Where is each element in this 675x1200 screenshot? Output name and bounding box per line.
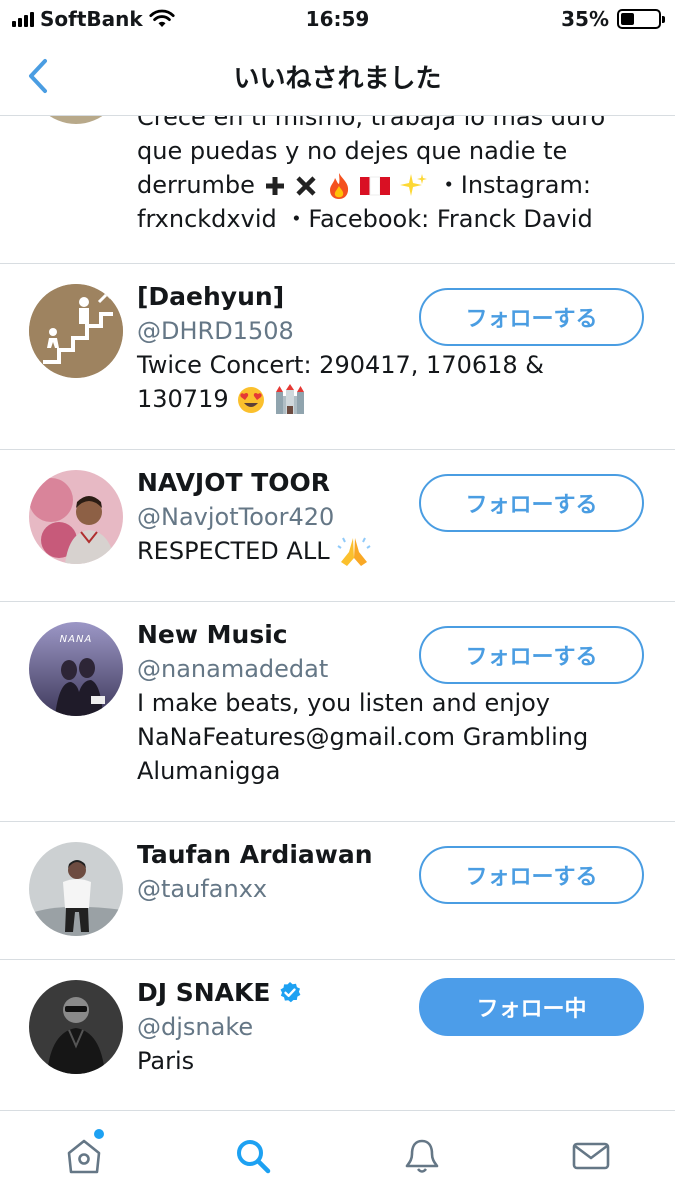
- list-item[interactable]: [Daehyun] @DHRD1508 Twice Concert: 29041…: [0, 264, 675, 450]
- tab-home[interactable]: [0, 1111, 169, 1200]
- tab-notifications[interactable]: [338, 1111, 507, 1200]
- wifi-icon: [149, 9, 175, 27]
- user-bio: Crece en ti mismo, trabaja lo más duro q…: [137, 116, 645, 236]
- carrier-label: SoftBank: [40, 7, 143, 31]
- tab-search[interactable]: [169, 1111, 338, 1200]
- avatar[interactable]: [29, 842, 123, 936]
- search-icon: [237, 1139, 271, 1173]
- bio-text: derrumbe: [137, 171, 255, 199]
- sparkles-emoji-icon: [400, 174, 428, 196]
- avatar[interactable]: [29, 470, 123, 564]
- castle-emoji-icon: [275, 384, 304, 414]
- tab-bar: [0, 1110, 675, 1200]
- display-name: NAVJOT TOOR: [137, 468, 331, 497]
- avatar[interactable]: NANA: [29, 622, 123, 716]
- folded-hands-emoji-icon: [337, 537, 371, 566]
- page-title: いいねされました: [233, 64, 442, 94]
- bio-text: 130719: [137, 385, 229, 413]
- bio-line: Alumanigga: [137, 757, 281, 785]
- bio-line: 130719: [137, 382, 645, 416]
- signal-icon: [12, 11, 34, 27]
- display-name: Taufan Ardiawan: [137, 840, 373, 869]
- list-item[interactable]: Crece en ti mismo, trabaja lo más duro q…: [0, 116, 675, 264]
- mail-icon: [572, 1142, 609, 1169]
- battery-level: [621, 13, 634, 25]
- stairs-logo-icon: [29, 284, 123, 378]
- avatar[interactable]: [29, 116, 123, 124]
- notification-dot: [94, 1129, 104, 1139]
- heart-eyes-emoji-icon: [238, 387, 265, 413]
- bio-line: RESPECTED ALL: [137, 534, 645, 568]
- user-bio: I make beats, you listen and enjoy NaNaF…: [137, 686, 645, 788]
- list-item[interactable]: NAVJOT TOOR @NavjotToor420 RESPECTED ALL…: [0, 450, 675, 602]
- status-bar: SoftBank 16:59 35%: [0, 0, 675, 38]
- list-item[interactable]: NANA New Music @nanamadedat I make beats…: [0, 602, 675, 822]
- bio-text: ・Instagram:: [436, 171, 591, 199]
- user-bio: Paris: [137, 1044, 645, 1078]
- bio-line: frxnckdxvid ・Facebook: Franck David: [137, 205, 593, 233]
- back-button[interactable]: [18, 54, 58, 98]
- user-bio: RESPECTED ALL: [137, 534, 645, 568]
- peru-flag-icon: [360, 176, 391, 196]
- follow-button[interactable]: フォローする: [419, 288, 644, 346]
- tab-messages[interactable]: [506, 1111, 675, 1200]
- cross-emoji-icon: [296, 176, 316, 196]
- bell-icon: [405, 1139, 439, 1173]
- bio-line: NaNaFeatures@gmail.com Grambling: [137, 723, 589, 751]
- person-photo-icon: [29, 980, 123, 1074]
- avatar[interactable]: [29, 980, 123, 1074]
- fire-emoji-icon: [329, 173, 348, 199]
- battery-percent: 35%: [561, 7, 609, 31]
- battery-icon: [617, 9, 665, 29]
- home-icon: [68, 1139, 101, 1173]
- display-name: New Music: [137, 620, 288, 649]
- album-cover-caption: NANA: [59, 634, 93, 645]
- person-photo-icon: [29, 842, 123, 936]
- list-item[interactable]: DJ SNAKE @djsnake Paris フォロー中: [0, 960, 675, 1110]
- avatar[interactable]: [29, 284, 123, 378]
- follow-button[interactable]: フォローする: [419, 626, 644, 684]
- bio-line: Twice Concert: 290417, 170618 &: [137, 351, 545, 379]
- bio-line: Paris: [137, 1047, 195, 1075]
- plus-emoji-icon: [265, 177, 284, 195]
- bio-line: que puedas y no dejes que nadie te: [137, 137, 568, 165]
- display-name: DJ SNAKE: [137, 978, 271, 1007]
- bio-text: RESPECTED ALL: [137, 537, 330, 565]
- chevron-left-icon: [29, 59, 47, 93]
- status-right: 35%: [561, 7, 665, 31]
- verified-badge-icon: [280, 982, 301, 1003]
- bio-line: derrumbe ・Instagram:: [137, 168, 645, 202]
- user-list[interactable]: Crece en ti mismo, trabaja lo más duro q…: [0, 116, 675, 1110]
- person-photo-icon: [29, 470, 123, 564]
- follow-button[interactable]: フォローする: [419, 474, 644, 532]
- status-left: SoftBank: [12, 7, 175, 31]
- user-bio: Twice Concert: 290417, 170618 & 130719: [137, 348, 645, 416]
- display-name: [Daehyun]: [137, 282, 285, 311]
- bio-line: I make beats, you listen and enjoy: [137, 689, 551, 717]
- follow-button[interactable]: フォローする: [419, 846, 644, 904]
- bio-line: Crece en ti mismo, trabaja lo más duro: [137, 116, 606, 131]
- following-button[interactable]: フォロー中: [419, 978, 644, 1036]
- list-item[interactable]: Taufan Ardiawan @taufanxx フォローする: [0, 822, 675, 960]
- nav-bar: いいねされました: [0, 38, 675, 116]
